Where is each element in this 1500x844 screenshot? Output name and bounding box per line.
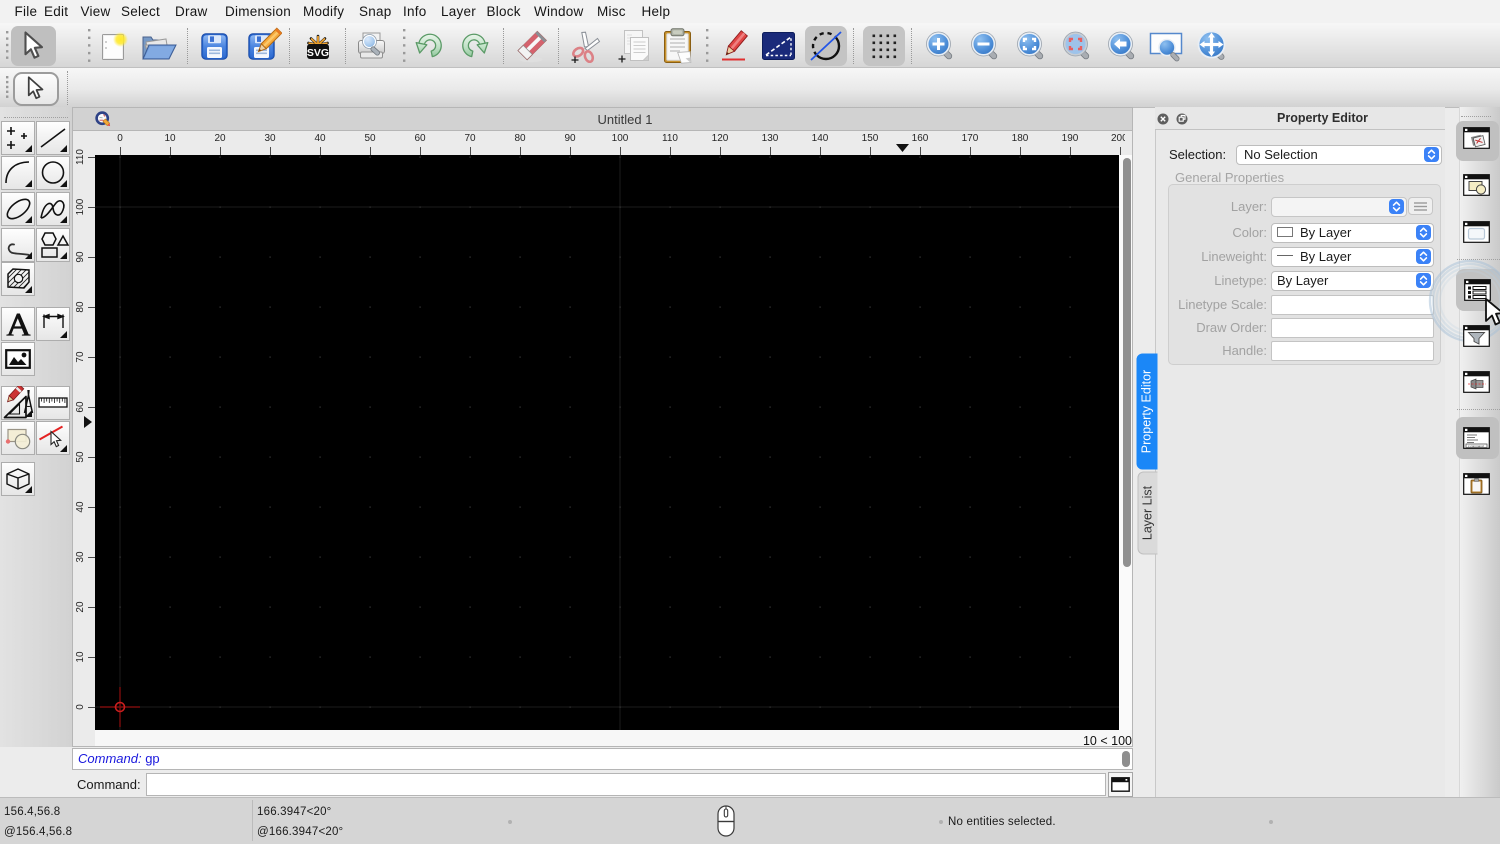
- svg-text:c command: c command: [1468, 444, 1484, 448]
- svg-text:SVG: SVG: [307, 47, 329, 59]
